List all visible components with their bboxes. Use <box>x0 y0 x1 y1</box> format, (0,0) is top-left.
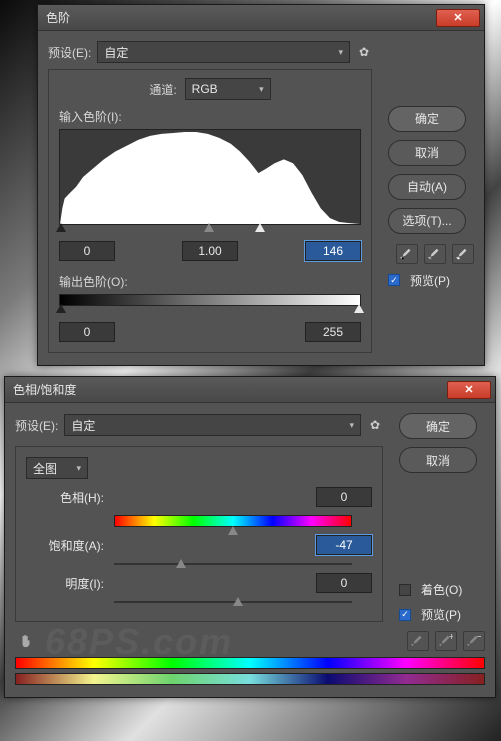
svg-text:+: + <box>449 634 453 643</box>
saturation-field[interactable]: -47 <box>316 535 372 555</box>
options-button[interactable]: 选项(T)... <box>388 208 466 234</box>
preset-dropdown[interactable]: 自定 ▾ <box>97 41 350 63</box>
preview-label: 预览(P) <box>410 272 450 289</box>
range-value: 全图 <box>33 460 57 477</box>
preview-label: 预览(P) <box>421 606 461 623</box>
range-dropdown[interactable]: 全图 ▾ <box>26 457 88 479</box>
hsl-dialog: 色相/饱和度 ✕ 68PS.com 预设(E): 自定 ▾ ✿ 全图 <box>4 376 496 698</box>
window-title: 色阶 <box>46 9 70 26</box>
chevron-down-icon: ▾ <box>76 463 81 474</box>
input-black-field[interactable]: 0 <box>59 241 115 261</box>
colorize-checkbox[interactable]: 着色(O) <box>399 581 485 598</box>
svg-text:−: − <box>477 634 481 643</box>
hue-track[interactable] <box>114 515 352 527</box>
gear-icon[interactable]: ✿ <box>356 44 372 60</box>
output-white-field[interactable]: 255 <box>305 322 361 342</box>
saturation-slider[interactable] <box>114 563 352 565</box>
titlebar[interactable]: 色阶 ✕ <box>38 5 484 31</box>
output-levels-label: 输出色阶(O): <box>59 275 128 289</box>
preset-value: 自定 <box>71 417 95 434</box>
lightness-field[interactable]: 0 <box>316 573 372 593</box>
window-title: 色相/饱和度 <box>13 381 76 398</box>
hand-icon[interactable] <box>15 631 37 651</box>
preset-label: 预设(E): <box>48 44 91 61</box>
channel-value: RGB <box>192 82 218 96</box>
preview-checkbox[interactable]: ✓ 预览(P) <box>388 272 474 289</box>
chevron-down-icon: ▾ <box>349 420 354 431</box>
histogram[interactable] <box>59 129 361 225</box>
eyedropper-black-icon[interactable] <box>396 244 418 264</box>
channel-label: 通道: <box>149 81 176 98</box>
channel-dropdown[interactable]: RGB ▾ <box>185 78 271 100</box>
cancel-button[interactable]: 取消 <box>388 140 466 166</box>
cancel-button[interactable]: 取消 <box>399 447 477 473</box>
colorize-label: 着色(O) <box>421 581 462 598</box>
lightness-label: 明度(I): <box>26 575 104 592</box>
preset-label: 预设(E): <box>15 417 58 434</box>
gear-icon[interactable]: ✿ <box>367 417 383 433</box>
hsl-panel: 全图 ▾ 色相(H): 0 饱和度(A): -47 <box>15 446 383 622</box>
preset-dropdown[interactable]: 自定 ▾ <box>64 414 361 436</box>
hue-spectrum-bottom <box>15 673 485 685</box>
preview-checkbox[interactable]: ✓ 预览(P) <box>399 606 485 623</box>
close-button[interactable]: ✕ <box>436 9 480 27</box>
saturation-label: 饱和度(A): <box>26 537 104 554</box>
levels-dialog: 色阶 ✕ 预设(E): 自定 ▾ ✿ 通道: RGB <box>37 4 485 366</box>
eyedropper-icon[interactable] <box>407 631 429 651</box>
watermark-text: 68PS.com <box>45 621 233 663</box>
eyedropper-white-icon[interactable] <box>452 244 474 264</box>
titlebar[interactable]: 色相/饱和度 ✕ <box>5 377 495 403</box>
lightness-slider[interactable] <box>114 601 352 603</box>
auto-button[interactable]: 自动(A) <box>388 174 466 200</box>
input-levels-label: 输入色阶(I): <box>59 110 122 124</box>
close-button[interactable]: ✕ <box>447 381 491 399</box>
chevron-down-icon: ▾ <box>338 47 343 58</box>
hue-label: 色相(H): <box>26 489 104 506</box>
chevron-down-icon: ▾ <box>259 84 264 95</box>
eyedropper-subtract-icon[interactable]: − <box>463 631 485 651</box>
input-gamma-field[interactable]: 1.00 <box>182 241 238 261</box>
output-slider[interactable] <box>59 304 361 316</box>
eyedropper-gray-icon[interactable] <box>424 244 446 264</box>
eyedropper-add-icon[interactable]: + <box>435 631 457 651</box>
hue-field[interactable]: 0 <box>316 487 372 507</box>
ok-button[interactable]: 确定 <box>388 106 466 132</box>
preset-value: 自定 <box>104 44 128 61</box>
output-black-field[interactable]: 0 <box>59 322 115 342</box>
levels-panel: 通道: RGB ▾ 输入色阶(I): <box>48 69 372 353</box>
ok-button[interactable]: 确定 <box>399 413 477 439</box>
input-slider[interactable] <box>59 223 361 235</box>
input-white-field[interactable]: 146 <box>305 241 361 261</box>
